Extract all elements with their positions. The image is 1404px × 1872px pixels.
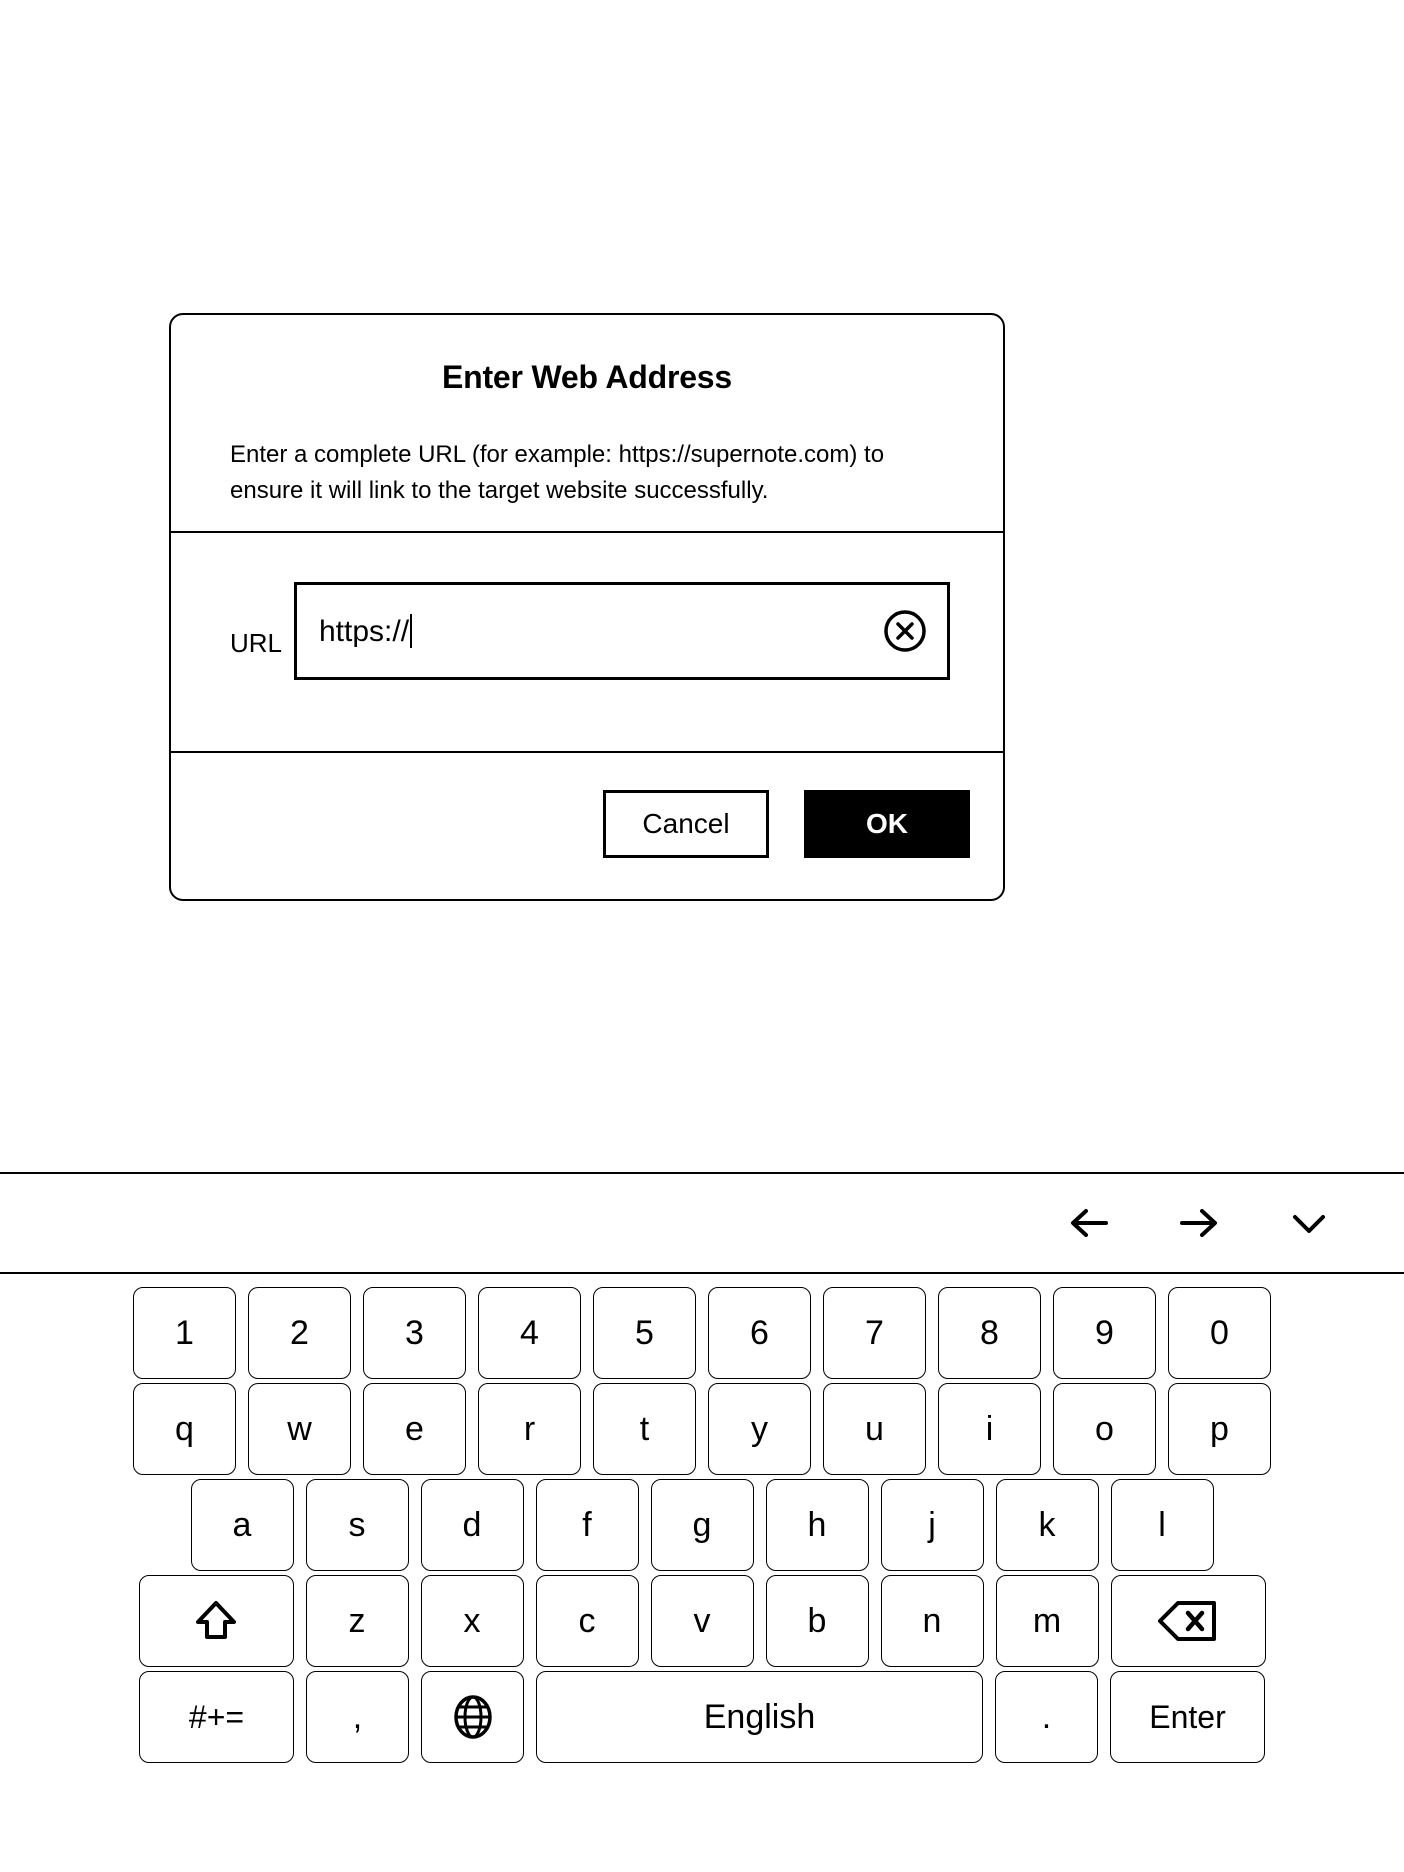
key-w[interactable]: w [248, 1383, 351, 1475]
key-q[interactable]: q [133, 1383, 236, 1475]
key-l[interactable]: l [1110, 1479, 1214, 1571]
key-6[interactable]: 6 [708, 1287, 811, 1379]
key-r[interactable]: r [478, 1383, 581, 1475]
key-f[interactable]: f [535, 1479, 639, 1571]
key-b[interactable]: b [765, 1575, 869, 1667]
ok-button[interactable]: OK [804, 790, 970, 858]
chevron-down-glyph [1293, 1215, 1325, 1233]
shift-icon-glyph [190, 1595, 242, 1647]
key-h[interactable]: h [765, 1479, 869, 1571]
key-p[interactable]: p [1168, 1383, 1271, 1475]
key-n[interactable]: n [880, 1575, 984, 1667]
number-row: 1234567890 [0, 1287, 1404, 1379]
key-x[interactable]: x [420, 1575, 524, 1667]
key-c[interactable]: c [535, 1575, 639, 1667]
url-input[interactable]: https:// [294, 582, 950, 680]
chevron-down-icon[interactable] [1254, 1173, 1364, 1273]
key-7[interactable]: 7 [823, 1287, 926, 1379]
key-3[interactable]: 3 [363, 1287, 466, 1379]
home-letter-row: asdfghjkl [0, 1479, 1404, 1571]
dialog-footer: Cancel OK [171, 753, 1003, 899]
key-4[interactable]: 4 [478, 1287, 581, 1379]
key-0[interactable]: 0 [1168, 1287, 1271, 1379]
backspace-icon-glyph [1157, 1598, 1219, 1644]
key-y[interactable]: y [708, 1383, 811, 1475]
dialog-header: Enter Web Address Enter a complete URL (… [171, 315, 1003, 533]
key-v[interactable]: v [650, 1575, 754, 1667]
key-9[interactable]: 9 [1053, 1287, 1156, 1379]
key-j[interactable]: j [880, 1479, 984, 1571]
key-d[interactable]: d [420, 1479, 524, 1571]
url-label: URL [230, 628, 283, 658]
top-letter-row: qwertyuiop [0, 1383, 1404, 1475]
key-English[interactable]: English [536, 1671, 983, 1763]
url-input-text: https:// [319, 614, 410, 648]
bottom-letter-row: zxcvbnm [0, 1575, 1404, 1667]
arrow-right-glyph [1180, 1209, 1217, 1237]
globe-icon-glyph [447, 1691, 499, 1743]
key-a[interactable]: a [190, 1479, 294, 1571]
page-title: Enter Web Address [441, 359, 732, 395]
shift-icon[interactable] [138, 1575, 294, 1667]
key-Enter[interactable]: Enter [1110, 1671, 1265, 1763]
key-u[interactable]: u [823, 1383, 926, 1475]
circle-x-icon [884, 610, 926, 652]
text-caret [410, 613, 413, 648]
dialog-body: URL https:// [171, 533, 1003, 753]
key-t[interactable]: t [593, 1383, 696, 1475]
arrow-left-glyph [1071, 1209, 1108, 1237]
key-s[interactable]: s [305, 1479, 409, 1571]
dialog-description: Enter a complete URL (for example: https… [230, 441, 885, 504]
arrow-left-icon[interactable] [1034, 1173, 1144, 1273]
key-z[interactable]: z [305, 1575, 409, 1667]
key-e[interactable]: e [363, 1383, 466, 1475]
key-5[interactable]: 5 [593, 1287, 696, 1379]
globe-icon[interactable] [421, 1671, 524, 1763]
url-input-value[interactable]: https:// [297, 613, 863, 649]
backspace-icon[interactable] [1110, 1575, 1266, 1667]
keyboard-rows: 1 2 3 4 5 6 7 8 9 0 q w e r t y u i o p a s d f g h j k l z x c v b n m #+=,… [0, 1274, 1404, 1763]
key-8[interactable]: 8 [938, 1287, 1041, 1379]
clear-icon[interactable] [863, 585, 947, 677]
key-k[interactable]: k [995, 1479, 1099, 1571]
key-.[interactable]: . [995, 1671, 1098, 1763]
enter-web-address-dialog: Enter Web Address Enter a complete URL (… [169, 313, 1005, 901]
cancel-button[interactable]: Cancel [603, 790, 769, 858]
on-screen-keyboard: 1 2 3 4 5 6 7 8 9 0 q w e r t y u i o p a s d f g h j k l z x c v b n m #+=,… [0, 1172, 1404, 1872]
key-o[interactable]: o [1053, 1383, 1156, 1475]
key-m[interactable]: m [995, 1575, 1099, 1667]
key-#+=[interactable]: #+= [139, 1671, 294, 1763]
key-g[interactable]: g [650, 1479, 754, 1571]
key-i[interactable]: i [938, 1383, 1041, 1475]
function-row: #+=, English. Enter [0, 1671, 1404, 1763]
key-,[interactable]: , [306, 1671, 409, 1763]
arrow-right-icon[interactable] [1144, 1173, 1254, 1273]
key-2[interactable]: 2 [248, 1287, 351, 1379]
keyboard-toolbar [0, 1174, 1404, 1274]
key-1[interactable]: 1 [133, 1287, 236, 1379]
